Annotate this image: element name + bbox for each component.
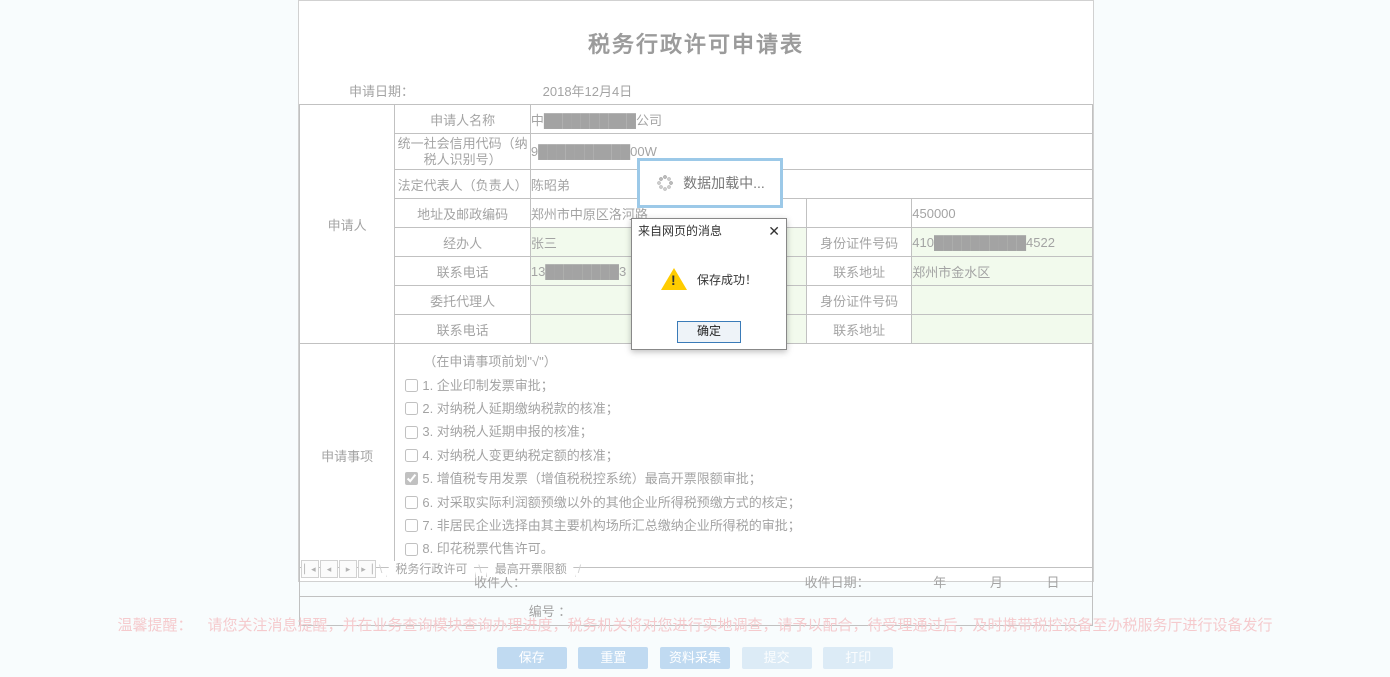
- spinner-icon: [655, 173, 675, 193]
- loading-toast: 数据加载中...: [637, 158, 783, 208]
- loading-text: 数据加载中...: [683, 173, 765, 193]
- dialog-title: 来自网页的消息: [638, 219, 722, 243]
- message-dialog: 来自网页的消息 ✕ 保存成功！ 确定: [631, 218, 787, 350]
- ok-button[interactable]: 确定: [677, 321, 741, 343]
- dialog-message: 保存成功！: [697, 271, 757, 288]
- warning-icon: [661, 268, 687, 290]
- close-icon[interactable]: ✕: [768, 219, 780, 243]
